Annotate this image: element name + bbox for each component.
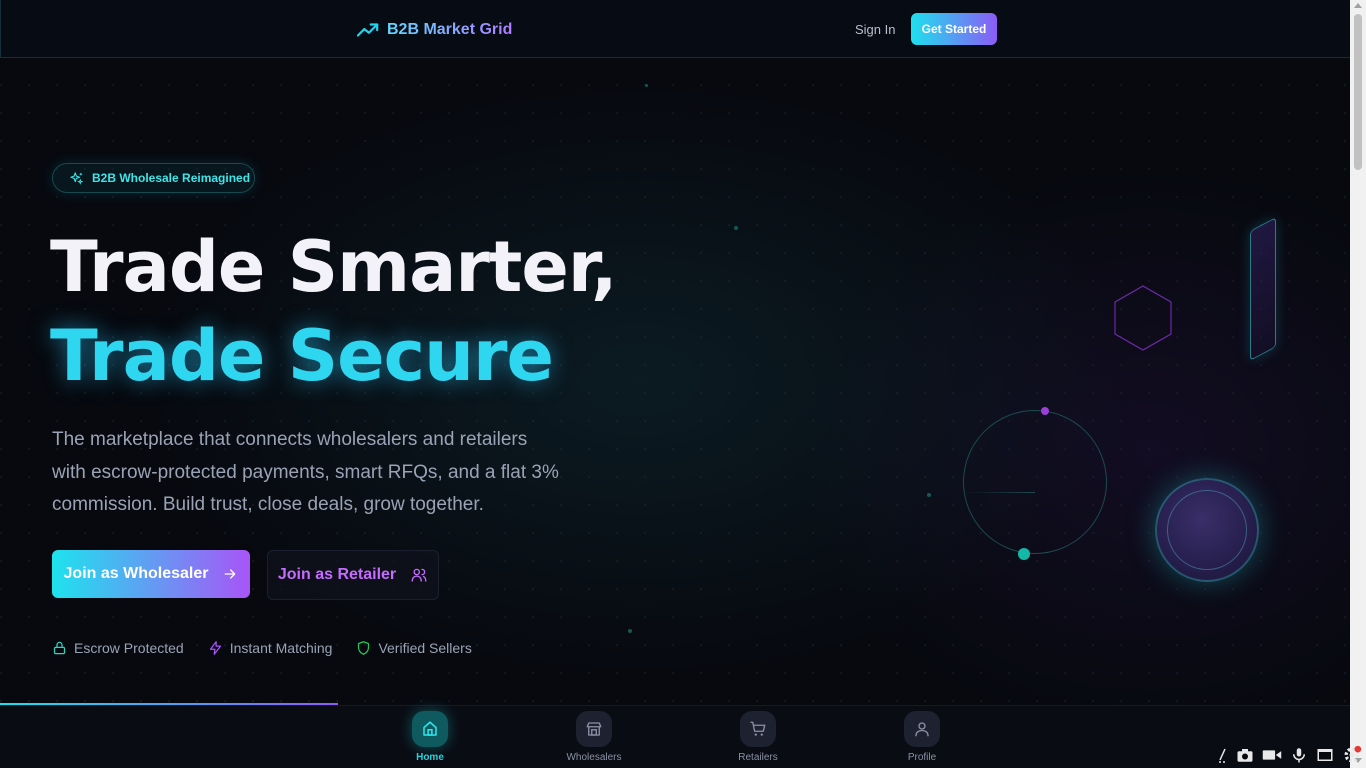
user-icon [904,711,940,747]
scroll-up-arrow-icon[interactable] [1354,3,1362,8]
slab-decoration [1250,217,1276,361]
microphone-icon[interactable] [1290,746,1308,764]
join-retailer-label: Join as Retailer [277,566,397,583]
users-icon [411,568,427,582]
store-icon [576,711,612,747]
decorative-particle [645,84,648,87]
feature-verified-label: Verified Sellers [378,640,472,656]
orbit-dot-decoration [1041,407,1049,415]
feature-escrow: Escrow Protected [52,640,184,656]
nav-item-wholesalers[interactable]: Wholesalers [554,711,634,768]
get-started-button[interactable]: Get Started [911,13,997,45]
feature-matching: Instant Matching [208,640,333,656]
decorative-particle [927,493,931,497]
arrow-right-icon [225,569,236,579]
lock-icon [53,641,66,655]
join-wholesaler-label: Join as Wholesaler [63,565,209,582]
scrollbar-thumb[interactable] [1354,14,1362,170]
feature-list: Escrow Protected Instant Matching Verifi… [52,640,472,656]
top-navigation-bar: B2B Market Grid Sign In Get Started [0,0,1350,58]
hero-badge: B2B Wholesale Reimagined [52,163,255,193]
orbit-dot-decoration [1018,548,1030,560]
decorative-particle [628,629,632,633]
cart-icon [740,711,776,747]
badge-label: B2B Wholesale Reimagined [92,171,251,185]
nav-label-home: Home [416,752,444,763]
feature-matching-label: Instant Matching [229,640,333,656]
orbit-line-decoration [965,492,1035,493]
nav-label-profile: Profile [907,752,937,763]
home-icon [412,711,448,747]
hexagon-decoration [1114,285,1172,351]
brand-name: B2B Market Grid [387,21,513,38]
settings-gear-icon[interactable] [1342,745,1362,765]
window-icon[interactable] [1316,747,1334,763]
sphere-inner-ring [1167,490,1247,570]
join-retailer-button[interactable]: Join as Retailer [267,550,439,600]
video-icon[interactable] [1262,748,1282,762]
zap-icon [209,641,221,655]
headline-line-1: Trade Smarter, [50,226,618,308]
nav-item-retailers[interactable]: Retailers [718,711,798,768]
landing-page: B2B Market Grid Sign In Get Started B2B … [0,0,1350,768]
sphere-decoration [1155,478,1259,582]
camera-icon[interactable] [1236,747,1254,763]
nav-item-home[interactable]: Home [390,711,470,768]
orbit-ring-decoration [963,410,1107,554]
feature-escrow-label: Escrow Protected [74,640,184,656]
hero-description: The marketplace that connects wholesaler… [52,429,559,515]
pen-icon[interactable] [1218,746,1228,764]
nav-label-wholesalers: Wholesalers [566,752,622,763]
headline-line-2: Trade Secure [50,315,554,397]
decorative-particle [734,226,738,230]
feature-verified: Verified Sellers [356,640,472,656]
sparkles-icon [70,171,84,185]
sign-in-link[interactable]: Sign In [855,22,895,37]
nav-item-profile[interactable]: Profile [882,711,962,768]
trending-up-icon [357,23,379,37]
join-wholesaler-button[interactable]: Join as Wholesaler [52,550,250,598]
shield-icon [358,641,370,655]
nav-label-retailers: Retailers [738,752,778,763]
brand-logo[interactable]: B2B Market Grid [357,18,512,42]
vertical-scrollbar[interactable] [1350,0,1366,768]
recording-toolbar [1214,741,1366,768]
bottom-navigation: Home Wholesalers Retailers Profile [0,705,1350,768]
